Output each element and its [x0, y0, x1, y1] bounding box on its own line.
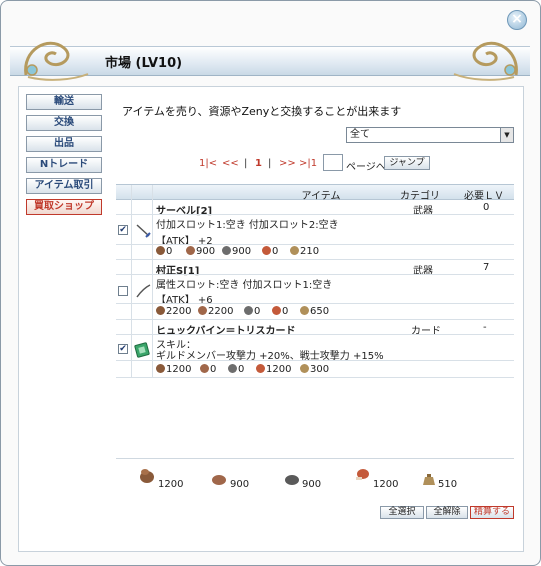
resource-ore: 900	[186, 246, 215, 257]
resource-copper: 2200	[156, 306, 191, 317]
header-level: 必要ＬＶ	[464, 191, 504, 202]
right-ornament-icon	[453, 41, 518, 81]
chevron-down-icon[interactable]: ▼	[500, 128, 513, 142]
intro-text: アイテムを売り、資源やZenyと交換することが出来ます	[122, 105, 402, 118]
pager-current: 1	[255, 158, 262, 169]
total-copper: 1200	[158, 479, 184, 490]
row-checkbox[interactable]	[118, 286, 128, 296]
sidebar-item-item-trade[interactable]: アイテム取引	[26, 178, 102, 194]
pager-last[interactable]: >|1	[299, 158, 317, 169]
settle-button[interactable]: 精算する	[470, 506, 514, 519]
ore-resource-icon	[212, 475, 226, 485]
header-item: アイテム	[301, 191, 341, 202]
meat-resource-icon	[356, 469, 369, 480]
item-desc: 属性スロット:空き 付加スロット1:空き	[156, 280, 333, 291]
table-header: アイテム カテゴリ 必要ＬＶ	[116, 184, 514, 202]
row-divider	[116, 214, 514, 215]
pager-prev[interactable]: <<	[222, 158, 239, 169]
resource-zeny: 300	[300, 364, 329, 375]
resource-meat: 1200	[256, 364, 291, 375]
resource-copper: 1200	[156, 364, 191, 375]
sidebar-item-exchange[interactable]: 交換	[26, 115, 102, 131]
row-divider	[116, 303, 514, 304]
resource-iron: 900	[222, 246, 251, 257]
row-divider	[116, 244, 514, 245]
item-level: 0	[483, 202, 490, 213]
katana-icon	[136, 284, 151, 298]
card-icon	[134, 342, 150, 358]
resource-meat: 0	[272, 306, 288, 317]
row-divider	[116, 377, 514, 378]
row-divider	[116, 360, 514, 361]
saber-icon	[136, 224, 151, 238]
page-label: ページへ	[346, 162, 386, 173]
window-title: 市場 (LV10)	[105, 56, 183, 71]
item-desc: 付加スロット1:空き 付加スロット2:空き	[156, 220, 339, 231]
row-checkbox[interactable]: ✔	[118, 225, 128, 235]
resource-zeny: 650	[300, 306, 329, 317]
header-category: カテゴリ	[400, 191, 440, 202]
pager-separator: |	[244, 158, 248, 169]
total-ore: 900	[230, 479, 250, 490]
category-filter-value: 全て	[350, 129, 370, 140]
row-divider	[116, 334, 514, 335]
totals-divider	[116, 458, 514, 459]
category-filter-select[interactable]: 全て ▼	[346, 127, 514, 143]
row-divider	[116, 259, 514, 260]
resource-meat: 0	[262, 246, 278, 257]
resource-iron: 0	[244, 306, 260, 317]
sidebar-item-listing[interactable]: 出品	[26, 136, 102, 152]
row-divider	[116, 274, 514, 275]
left-ornament-icon	[24, 41, 89, 81]
total-iron: 900	[302, 479, 322, 490]
select-all-button[interactable]: 全選択	[380, 506, 424, 519]
jump-button[interactable]: ジャンプ	[384, 156, 430, 170]
sidebar-item-ntrade[interactable]: Nトレード	[26, 157, 102, 173]
copper-resource-icon	[140, 469, 154, 483]
zeny-bag-icon	[423, 474, 435, 485]
total-meat: 1200	[373, 479, 399, 490]
clear-all-button[interactable]: 全解除	[426, 506, 468, 519]
resource-copper: 0	[156, 246, 172, 257]
pager-first[interactable]: 1|<	[199, 158, 217, 169]
row-checkbox[interactable]: ✔	[118, 344, 128, 354]
item-level: -	[483, 322, 487, 333]
pager-next[interactable]: >>	[279, 158, 296, 169]
sidebar-item-buyback-shop[interactable]: 買取ショップ	[26, 199, 102, 215]
resource-zeny: 210	[290, 246, 319, 257]
iron-resource-icon	[285, 475, 299, 485]
page-number-input[interactable]	[323, 154, 343, 171]
resource-ore: 2200	[198, 306, 233, 317]
resource-iron: 0	[228, 364, 244, 375]
row-divider	[116, 319, 514, 320]
item-level: 7	[483, 262, 490, 273]
close-icon[interactable]: ×	[507, 10, 527, 30]
resource-ore: 0	[200, 364, 216, 375]
total-zeny: 510	[438, 479, 458, 490]
pager-separator: |	[268, 158, 272, 169]
sidebar-item-transport[interactable]: 輸送	[26, 94, 102, 110]
